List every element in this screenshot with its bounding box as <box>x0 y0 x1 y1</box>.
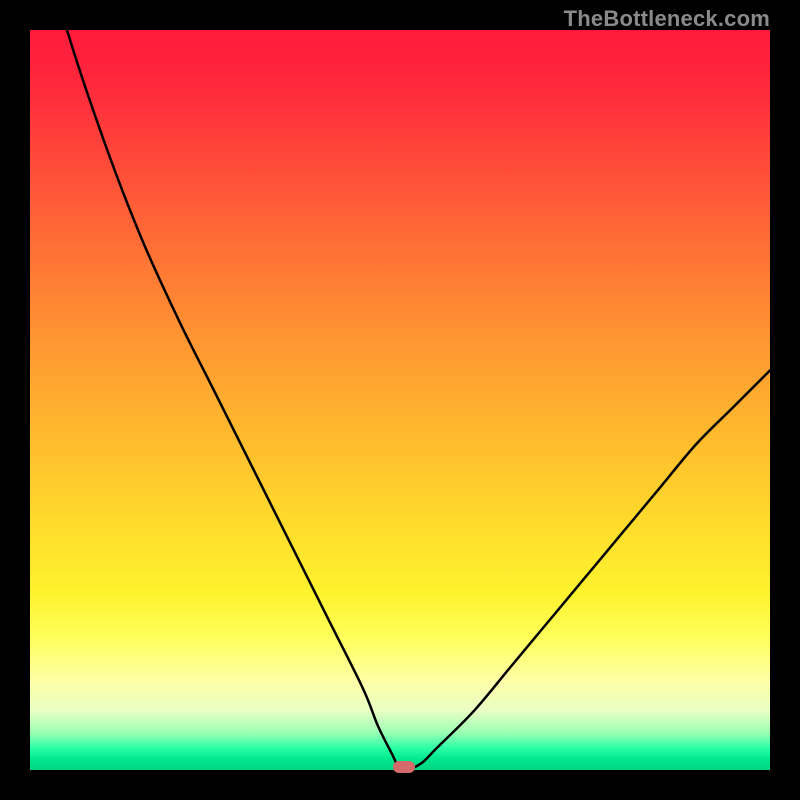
minimum-marker <box>393 761 415 773</box>
plot-area <box>30 30 770 770</box>
watermark-text: TheBottleneck.com <box>564 6 770 32</box>
bottleneck-curve <box>30 30 770 770</box>
chart-frame: TheBottleneck.com <box>0 0 800 800</box>
